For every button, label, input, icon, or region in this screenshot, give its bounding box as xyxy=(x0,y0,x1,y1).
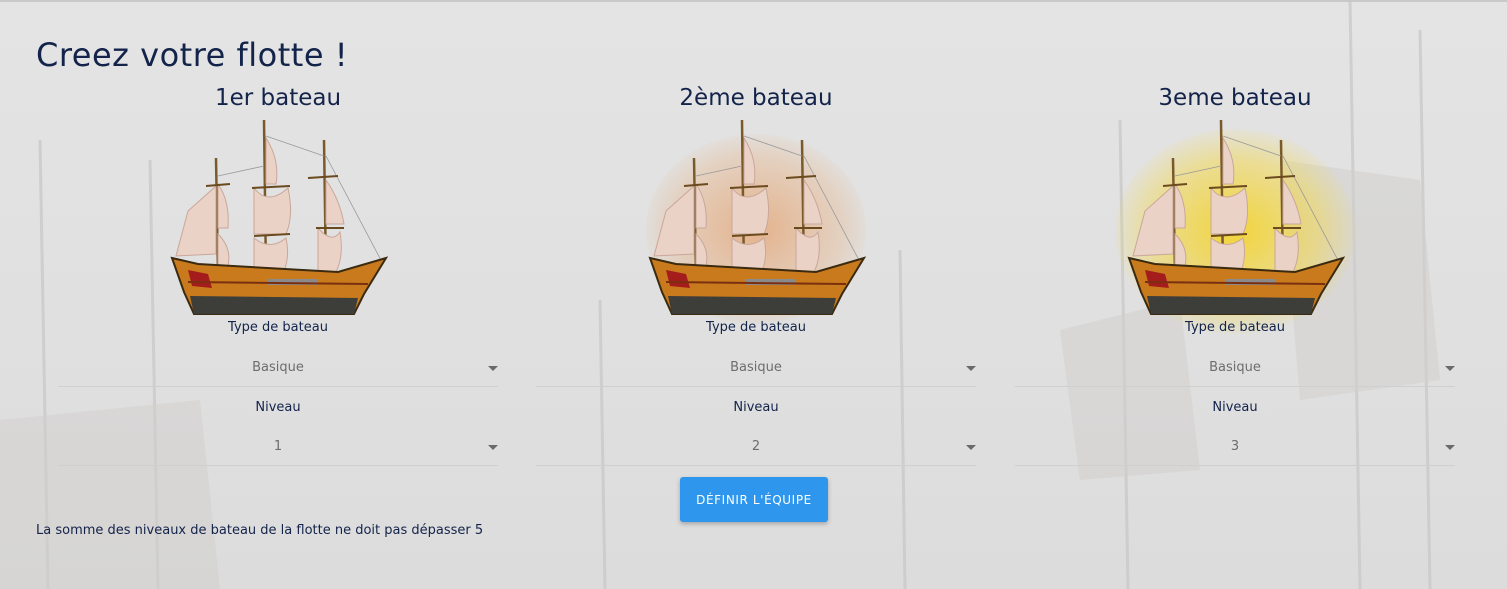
boat-type-select[interactable]: Basique xyxy=(58,350,498,387)
ship-image xyxy=(536,114,976,324)
caret-down-icon xyxy=(488,445,498,450)
caret-down-icon xyxy=(1445,366,1455,371)
caret-down-icon xyxy=(488,366,498,371)
sailing-ship-icon xyxy=(1127,119,1345,315)
caret-down-icon xyxy=(966,366,976,371)
boat-heading: 2ème bateau xyxy=(679,85,833,111)
boat-type-select[interactable]: Basique xyxy=(536,350,976,387)
caret-down-icon xyxy=(966,445,976,450)
level-select[interactable]: 2 xyxy=(536,429,976,466)
boat-type-value: Basique xyxy=(1209,360,1261,375)
boat-type-select[interactable]: Basique xyxy=(1015,350,1455,387)
boat-type-value: Basique xyxy=(730,360,782,375)
level-label: Niveau xyxy=(1212,400,1258,415)
boat-type-value: Basique xyxy=(252,360,304,375)
type-label: Type de bateau xyxy=(706,320,806,335)
caret-down-icon xyxy=(1445,445,1455,450)
level-select[interactable]: 1 xyxy=(58,429,498,466)
page-title: Creez votre flotte ! xyxy=(36,36,349,74)
boat-column-1: 1er bateau Type de bateau Basique Niveau… xyxy=(58,82,498,466)
level-value: 2 xyxy=(751,439,761,454)
sailing-ship-icon xyxy=(170,119,388,315)
level-select[interactable]: 3 xyxy=(1015,429,1455,466)
type-label: Type de bateau xyxy=(1185,320,1285,335)
level-label: Niveau xyxy=(733,400,779,415)
boat-heading: 1er bateau xyxy=(214,85,342,111)
ship-image xyxy=(1015,114,1455,334)
define-team-button[interactable]: DÉFINIR L'ÉQUIPE xyxy=(680,477,828,522)
sailing-ship-icon xyxy=(648,119,866,315)
level-value: 3 xyxy=(1230,439,1240,454)
ship-image xyxy=(58,114,498,324)
boat-column-2: 2ème bateau Type de bateau Basique Nivea… xyxy=(536,82,976,466)
level-label: Niveau xyxy=(255,400,301,415)
type-label: Type de bateau xyxy=(228,320,328,335)
boat-column-3: 3eme bateau Type de bateau Basique Nivea… xyxy=(1015,82,1455,466)
boat-heading: 3eme bateau xyxy=(1158,85,1312,111)
level-value: 1 xyxy=(273,439,283,454)
fleet-level-rule-note: La somme des niveaux de bateau de la flo… xyxy=(36,523,484,538)
